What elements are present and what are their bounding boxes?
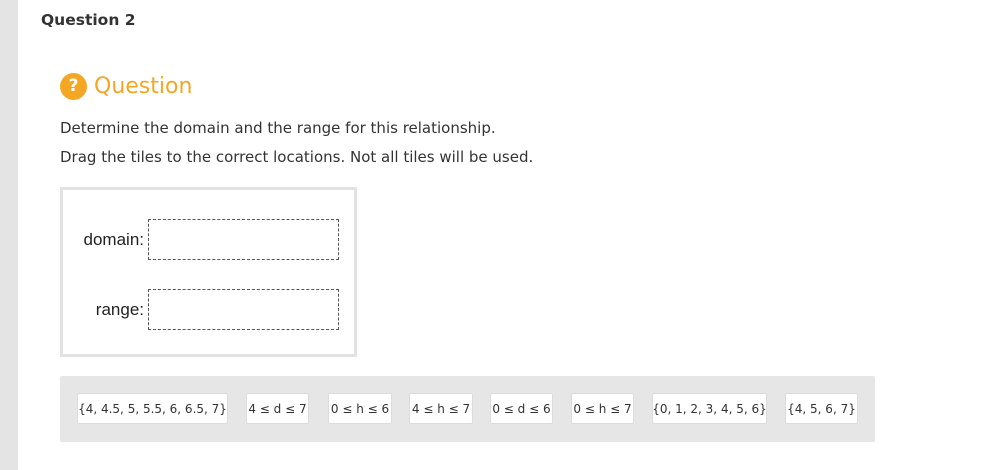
domain-drop-zone[interactable] [148,219,339,260]
tile[interactable]: {4, 4.5, 5, 5.5, 6, 6.5, 7} [77,393,228,424]
tile[interactable]: {4, 5, 6, 7} [785,393,858,424]
range-drop-zone[interactable] [148,289,339,330]
question-number: Question 2 [41,11,136,29]
tile[interactable]: 0 ≤ h ≤ 6 [328,393,392,424]
drag-instruction-text: Drag the tiles to the correct locations.… [60,148,534,166]
answer-panel: domain: range: [60,187,357,357]
tile[interactable]: 4 ≤ h ≤ 7 [409,393,473,424]
tile[interactable]: 0 ≤ h ≤ 7 [571,393,634,424]
tile[interactable]: 0 ≤ d ≤ 6 [490,393,553,424]
tile[interactable]: 4 ≤ d ≤ 7 [246,393,309,424]
domain-row: domain: [63,219,339,260]
tile-tray: {4, 4.5, 5, 5.5, 6, 6.5, 7} 4 ≤ d ≤ 7 0 … [60,376,875,442]
question-heading: Question [94,73,193,99]
question-header: ? Question [60,71,192,101]
instruction-text: Determine the domain and the range for t… [60,119,496,137]
domain-label: domain: [83,229,144,249]
tile[interactable]: {0, 1, 2, 3, 4, 5, 6} [652,393,767,424]
range-row: range: [63,289,339,330]
left-rail [0,0,18,470]
question-mark-icon: ? [60,72,87,100]
range-label: range: [95,299,144,319]
